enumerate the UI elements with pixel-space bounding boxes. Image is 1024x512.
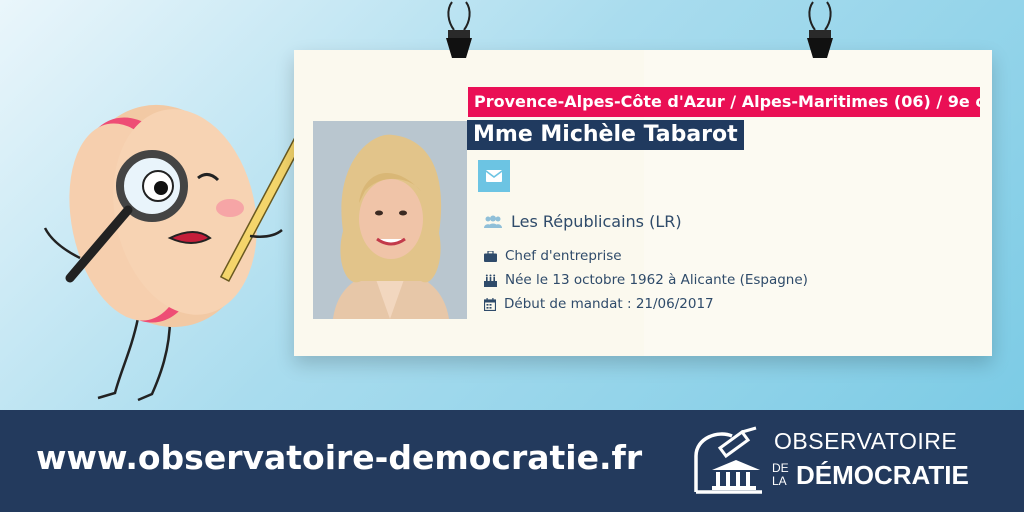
deputy-name: Mme Michèle Tabarot <box>467 120 744 150</box>
binder-clip-icon <box>446 1 472 58</box>
mandate-label: Début de mandat : 21/06/2017 <box>504 296 714 312</box>
logo-title-line2: DÉMOCRATIE <box>796 460 969 490</box>
website-url[interactable]: www.observatoire-democratie.fr <box>36 438 642 477</box>
birth-row: Née le 13 octobre 1962 à Alicante (Espag… <box>484 272 808 288</box>
logo-title-line1: OBSERVATOIRE <box>774 428 958 454</box>
deputy-portrait <box>313 121 467 319</box>
birthday-cake-icon <box>484 274 497 287</box>
logo-de: DE <box>772 461 789 475</box>
party-label: Les Républicains (LR) <box>511 212 682 231</box>
observatoire-logo: OBSERVATOIRE DE LA DÉMOCRATIE <box>690 424 1000 498</box>
profession-label: Chef d'entreprise <box>505 248 622 264</box>
binder-clip-icon <box>807 1 833 58</box>
birth-label: Née le 13 octobre 1962 à Alicante (Espag… <box>505 272 808 288</box>
users-icon <box>484 215 502 228</box>
envelope-icon <box>486 170 502 182</box>
macaron-mascot-illustration <box>43 104 305 402</box>
observatory-building-icon <box>694 426 762 494</box>
logo-la: LA <box>772 474 787 488</box>
calendar-icon <box>484 297 496 311</box>
email-button[interactable] <box>478 160 510 192</box>
profession-row: Chef d'entreprise <box>484 248 622 264</box>
party-row: Les Républicains (LR) <box>484 212 682 231</box>
constituency-banner: Provence-Alpes-Côte d'Azur / Alpes-Marit… <box>468 87 980 117</box>
mandate-row: Début de mandat : 21/06/2017 <box>484 296 714 312</box>
briefcase-icon <box>484 250 497 262</box>
